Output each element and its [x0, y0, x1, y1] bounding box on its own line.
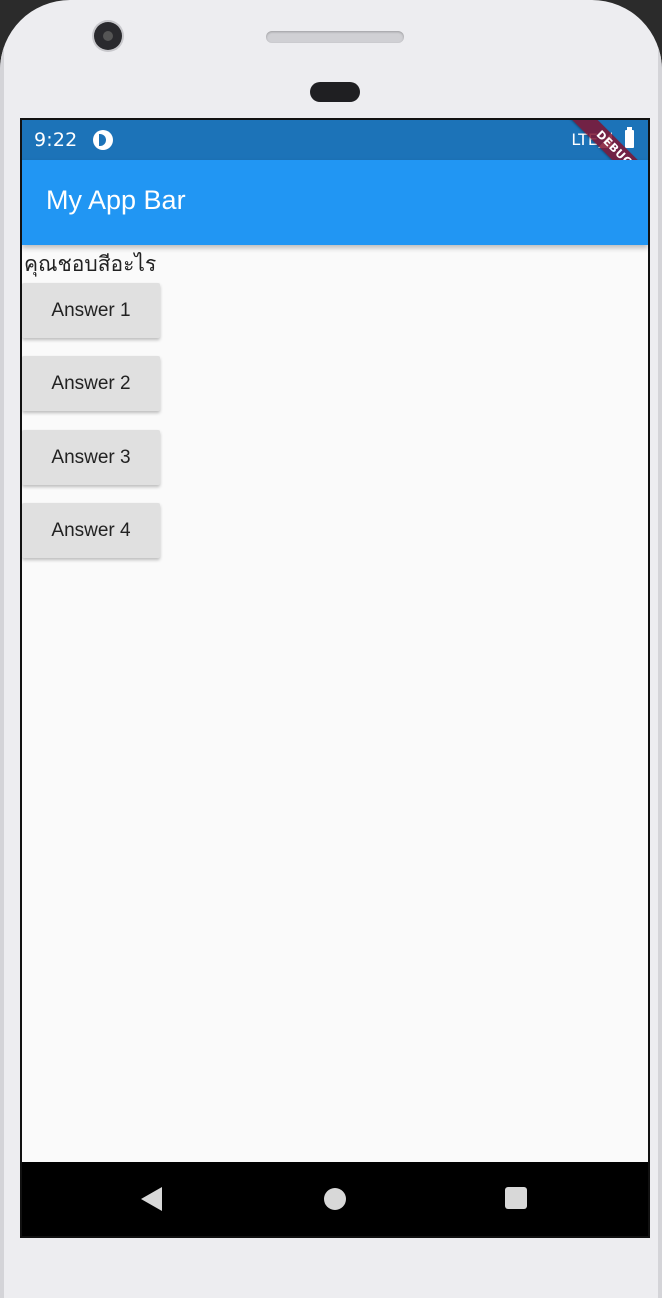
- front-camera: [94, 22, 122, 50]
- earpiece-speaker: [266, 31, 404, 43]
- status-bar: 9:22 LTE DEBUG: [22, 120, 648, 205]
- recents-icon[interactable]: [505, 1187, 527, 1209]
- home-icon[interactable]: [324, 1188, 346, 1210]
- status-time: 9:22: [34, 129, 78, 151]
- back-icon[interactable]: [141, 1187, 162, 1211]
- notification-app-icon: [93, 130, 113, 150]
- answer-1-button[interactable]: Answer 1: [22, 283, 160, 338]
- app-bar-title: My App Bar: [46, 185, 186, 215]
- navigation-bar: [22, 1162, 648, 1236]
- answer-3-button[interactable]: Answer 3: [22, 430, 160, 485]
- phone-frame: 9:22 LTE DEBUG My App Bar คุณชอบสีอะไร A…: [0, 0, 662, 1298]
- battery-icon: [625, 127, 634, 148]
- answer-4-button[interactable]: Answer 4: [22, 503, 160, 558]
- phone-chin: [20, 1238, 650, 1298]
- proximity-sensor: [310, 82, 360, 102]
- answer-2-button[interactable]: Answer 2: [22, 356, 160, 411]
- question-text: คุณชอบสีอะไร: [24, 252, 157, 276]
- phone-edge-right: [658, 40, 662, 1298]
- phone-edge-left: [0, 40, 4, 1298]
- device-screen: 9:22 LTE DEBUG My App Bar คุณชอบสีอะไร A…: [20, 118, 650, 1238]
- app-bar: My App Bar: [22, 160, 648, 245]
